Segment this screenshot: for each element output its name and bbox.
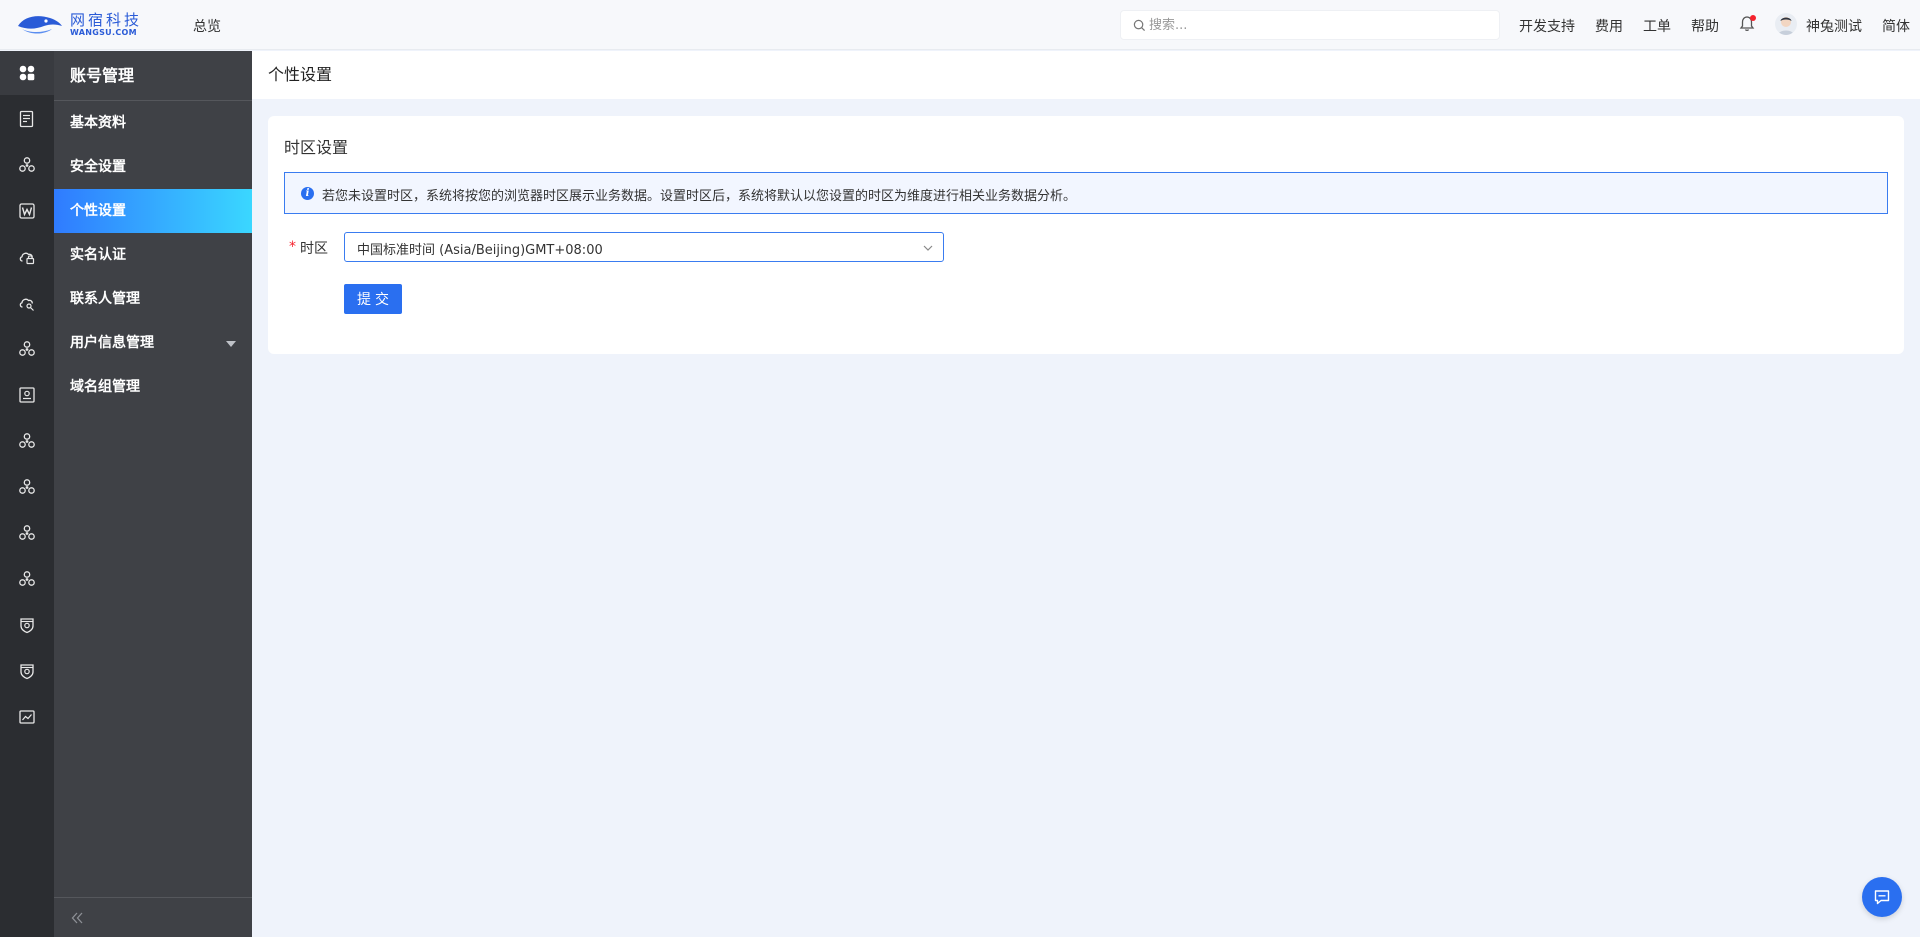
avatar[interactable] <box>1775 13 1797 35</box>
doc-list-icon <box>19 110 34 128</box>
cloud-key-icon <box>19 298 34 311</box>
info-alert: i 若您未设置时区，系统将按您的浏览器时区展示业务数据。设置时区后，系统将默认以… <box>284 172 1888 214</box>
submenu-item-label: 用户信息管理 <box>70 335 154 351</box>
rail-cluster-4[interactable] <box>0 465 54 509</box>
search-icon <box>1133 19 1146 32</box>
required-mark: * <box>289 239 296 255</box>
shield-icon <box>20 618 34 634</box>
rail-apps[interactable] <box>0 51 54 95</box>
double-chevron-left-icon <box>71 912 83 924</box>
submenu: 账号管理 基本资料 安全设置 个性设置 实名认证 联系人管理 用户信息管理 域名… <box>54 51 252 937</box>
chat-button[interactable] <box>1862 877 1902 917</box>
collapse-bar[interactable] <box>54 897 252 937</box>
user-name[interactable]: 神兔测试 <box>1806 16 1862 36</box>
submit-button[interactable]: 提交 <box>344 284 402 314</box>
timezone-select-value: 中国标准时间 (Asia/Beijing)GMT+08:00 <box>357 243 603 258</box>
notification-dot <box>1750 15 1756 21</box>
monitor-icon <box>19 387 35 403</box>
submenu-item-contacts[interactable]: 联系人管理 <box>54 277 252 321</box>
logo-mark-icon <box>18 16 62 34</box>
timezone-select[interactable]: 中国标准时间 (Asia/Beijing)GMT+08:00 <box>344 232 944 262</box>
submenu-item-personalization[interactable]: 个性设置 <box>54 189 252 233</box>
cluster-icon <box>19 525 35 540</box>
submenu-item-domain-group[interactable]: 域名组管理 <box>54 365 252 409</box>
help-link[interactable]: 帮助 <box>1691 16 1719 36</box>
rail-chart[interactable] <box>0 695 54 739</box>
icon-rail <box>0 51 54 937</box>
chart-icon <box>19 710 35 724</box>
rail-shield-2[interactable] <box>0 649 54 693</box>
timezone-card: 时区设置 i 若您未设置时区，系统将按您的浏览器时区展示业务数据。设置时区后，系… <box>268 116 1904 354</box>
search-input[interactable] <box>1149 11 1479 39</box>
info-icon: i <box>301 187 314 200</box>
nav-overview-link[interactable]: 总览 <box>193 16 221 36</box>
rail-cluster-1[interactable] <box>0 143 54 187</box>
rail-shield-1[interactable] <box>0 603 54 647</box>
chat-icon <box>1874 890 1890 905</box>
rail-doc-list[interactable] <box>0 97 54 141</box>
cluster-icon <box>19 157 35 172</box>
card-title: 时区设置 <box>284 138 349 157</box>
submenu-item-security[interactable]: 安全设置 <box>54 145 252 189</box>
logo-text-cn: 网宿科技 <box>70 11 143 29</box>
page-title: 个性设置 <box>268 65 333 84</box>
alert-text: 若您未设置时区，系统将按您的浏览器时区展示业务数据。设置时区后，系统将默认以您设… <box>322 189 1077 204</box>
search-box[interactable] <box>1120 10 1500 40</box>
cluster-icon <box>19 571 35 586</box>
shield-icon <box>20 664 34 680</box>
timezone-label: 时区 <box>300 241 328 257</box>
rail-cluster-5[interactable] <box>0 511 54 555</box>
ticket-link[interactable]: 工单 <box>1643 16 1671 36</box>
rail-cluster-3[interactable] <box>0 419 54 463</box>
caret-down-icon <box>226 341 236 347</box>
user-avatar-icon <box>1778 17 1794 35</box>
submenu-item-real-name[interactable]: 实名认证 <box>54 233 252 277</box>
cloud-lock-icon <box>19 252 35 265</box>
submenu-item-basic-info[interactable]: 基本资料 <box>54 101 252 145</box>
submenu-item-user-info[interactable]: 用户信息管理 <box>54 321 252 365</box>
cluster-icon <box>19 341 35 356</box>
rail-cluster-6[interactable] <box>0 557 54 601</box>
logo[interactable]: 网宿科技 WANGSU.COM <box>16 12 156 38</box>
rail-monitor[interactable] <box>0 373 54 417</box>
rail-w[interactable] <box>0 189 54 233</box>
fee-link[interactable]: 费用 <box>1595 16 1623 36</box>
top-bar: 网宿科技 WANGSU.COM 总览 开发支持 费用 工单 帮助 神兔测试 简体 <box>0 0 1920 50</box>
dev-support-link[interactable]: 开发支持 <box>1519 16 1575 36</box>
apps-icon <box>19 65 35 81</box>
cluster-icon <box>19 479 35 494</box>
rail-cloud-lock[interactable] <box>0 235 54 279</box>
chevron-down-icon <box>923 245 933 251</box>
rail-cluster-2[interactable] <box>0 327 54 371</box>
timezone-form-row: * 时区 中国标准时间 (Asia/Beijing)GMT+08:00 <box>284 232 1084 262</box>
page-header: 个性设置 <box>252 51 1920 99</box>
logo-text-en: WANGSU.COM <box>70 28 137 37</box>
rail-cloud-key[interactable] <box>0 281 54 325</box>
submenu-title: 账号管理 <box>70 66 135 85</box>
w-icon <box>19 203 35 219</box>
cluster-icon <box>19 433 35 448</box>
language-switch[interactable]: 简体 <box>1882 16 1910 36</box>
